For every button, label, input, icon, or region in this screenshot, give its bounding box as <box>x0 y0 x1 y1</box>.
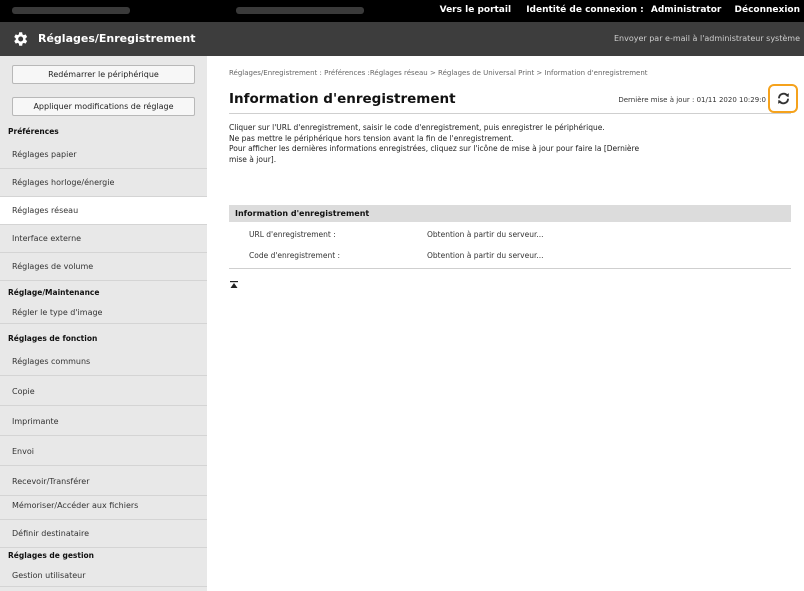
refresh-button[interactable] <box>768 84 798 113</box>
info-section-header: Information d'enregistrement <box>229 205 791 222</box>
sidebar-item-paper[interactable]: Réglages papier <box>0 141 207 169</box>
redacted-device-name <box>12 7 130 14</box>
description-line-3: Pour afficher les dernières informations… <box>229 144 640 164</box>
sidebar-item-common[interactable]: Réglages communs <box>0 348 207 376</box>
title-divider <box>229 113 791 114</box>
restart-device-button[interactable]: Redémarrer le périphérique <box>12 65 195 84</box>
section-function-settings: Réglages de fonction <box>8 334 98 343</box>
app-title: Réglages/Enregistrement <box>38 32 196 45</box>
refresh-icon <box>778 92 789 105</box>
gear-icon <box>14 32 28 46</box>
registration-code-row: Code d'enregistrement : Obtention à part… <box>229 246 791 265</box>
sidebar-item-external-interface[interactable]: Interface externe <box>0 225 207 253</box>
login-user: Administrator <box>650 5 722 15</box>
sidebar-item-volume[interactable]: Réglages de volume <box>0 253 207 281</box>
section-maintenance: Réglage/Maintenance <box>8 288 100 297</box>
main-content: Réglages/Enregistrement : Préférences :R… <box>207 56 804 591</box>
registration-url-row: URL d'enregistrement : Obtention à parti… <box>229 225 791 244</box>
description-line-2: Ne pas mettre le périphérique hors tensi… <box>229 133 514 143</box>
top-bar: Vers le portail Identité de connexion : … <box>0 0 804 22</box>
header-bar: Réglages/Enregistrement Envoyer par e-ma… <box>0 22 804 56</box>
info-divider <box>229 268 791 269</box>
description-line-1: Cliquer sur l'URL d'enregistrement, sais… <box>229 123 605 132</box>
sidebar-item-network[interactable]: Réglages réseau <box>0 197 207 225</box>
back-to-top-icon[interactable] <box>229 280 239 290</box>
email-admin-link[interactable]: Envoyer par e-mail à l'administrateur sy… <box>614 34 800 43</box>
section-management: Réglages de gestion <box>8 551 95 560</box>
apply-settings-button[interactable]: Appliquer modifications de réglage <box>12 97 195 116</box>
sidebar-item-user-management[interactable]: Gestion utilisateur <box>0 565 207 587</box>
top-links: Vers le portail Identité de connexion : … <box>430 5 800 15</box>
sidebar-item-send[interactable]: Envoi <box>0 438 207 466</box>
last-update-text: Dernière mise à jour : 01/11 2020 10:29:… <box>618 96 766 104</box>
sidebar-item-store-access-files[interactable]: Mémoriser/Accéder aux fichiers <box>0 492 207 520</box>
sidebar-item-clock-energy[interactable]: Réglages horloge/énergie <box>0 169 207 197</box>
page-title: Information d'enregistrement <box>229 91 456 107</box>
registration-url-label: URL d'enregistrement : <box>249 230 336 239</box>
breadcrumb: Réglages/Enregistrement : Préférences :R… <box>229 69 648 77</box>
registration-url-value: Obtention à partir du serveur... <box>427 230 544 239</box>
sidebar-item-image-type[interactable]: Régler le type d'image <box>0 302 207 324</box>
sidebar-item-printer[interactable]: Imprimante <box>0 408 207 436</box>
registration-code-value: Obtention à partir du serveur... <box>427 251 544 260</box>
login-label: Identité de connexion : <box>526 5 644 15</box>
portal-link[interactable]: Vers le portail <box>440 5 511 15</box>
sidebar: Redémarrer le périphérique Appliquer mod… <box>0 56 207 591</box>
redacted-device-address <box>236 7 364 14</box>
sidebar-item-copy[interactable]: Copie <box>0 378 207 406</box>
description: Cliquer sur l'URL d'enregistrement, sais… <box>229 123 659 165</box>
registration-code-label: Code d'enregistrement : <box>249 251 341 260</box>
logout-link[interactable]: Déconnexion <box>735 5 801 15</box>
sidebar-item-destination[interactable]: Définir destinataire <box>0 520 207 548</box>
section-preferences: Préférences <box>8 127 59 136</box>
